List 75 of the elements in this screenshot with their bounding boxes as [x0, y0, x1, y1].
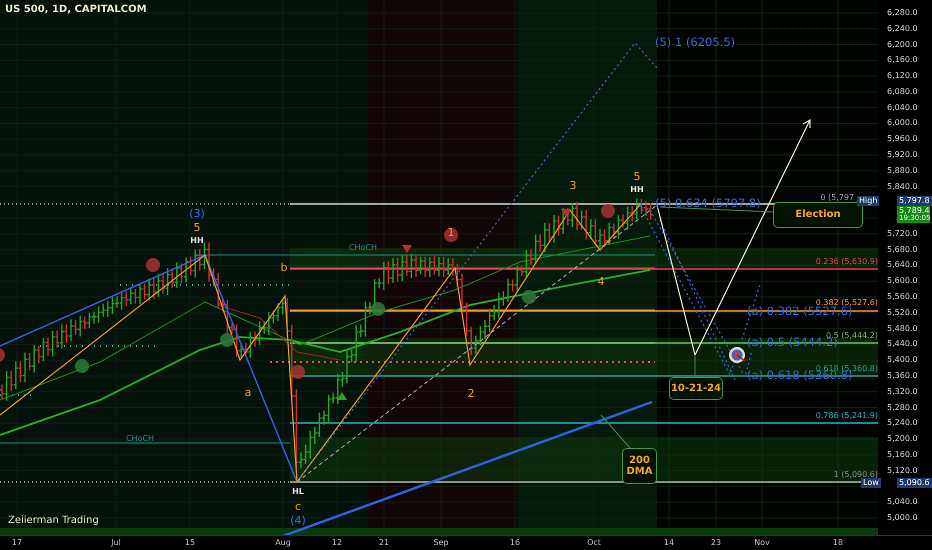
time-tick-label: 23 [710, 539, 722, 547]
wave-label: HH [190, 237, 204, 245]
fib-level-label: 0.382 (5,527.6) [816, 299, 878, 307]
wave-label: 3 [570, 180, 576, 191]
fib-level-label: 0.5 (5,444.2) [826, 332, 878, 340]
wave-label: (4) [290, 515, 306, 526]
time-tick-label: Sep [433, 539, 449, 547]
wave-label: 5 [634, 171, 640, 182]
wave-label: HL [292, 488, 304, 496]
callout-label: Election [773, 202, 863, 228]
chart-title: US 500, 1D, CAPITALCOM [5, 5, 147, 15]
time-tick-label: 16 [510, 539, 520, 547]
price-tick-label: 5,680.0 [887, 246, 918, 254]
time-tick-label: 18 [832, 539, 844, 547]
fib-level-label: 0 (5,797 [820, 194, 854, 202]
price-tick-label: 5,120.0 [887, 466, 918, 475]
price-tick-label: 5,840.0 [887, 182, 918, 191]
callout-label: 200 DMA [622, 448, 657, 484]
time-tick-label: Oct [587, 539, 601, 547]
structure-label: CHoCH [348, 244, 378, 252]
signature-label: Zeiierman Trading [8, 516, 99, 526]
price-tick-label: 5,000.0 [887, 514, 918, 522]
wave-label: (3) [189, 208, 205, 219]
time-tick-label: Aug [275, 539, 291, 547]
wave-label: c [294, 501, 302, 512]
structure-label: CHoCH [126, 435, 154, 443]
price-tick-label: 6,120.0 [887, 72, 918, 80]
wave-label: 1 [448, 227, 454, 238]
fib-level-label: 0.236 (5,630.9) [816, 258, 878, 266]
price-tick-label: 6,080.0 [887, 88, 918, 96]
time-tick-label: 17 [12, 539, 22, 547]
price-tick-label: 5,920.0 [887, 151, 918, 160]
price-tick-label: 6,040.0 [887, 104, 918, 112]
price-tick-label: 5,280.0 [887, 404, 918, 412]
price-tick-label: 5,600.0 [887, 277, 918, 286]
time-tick-label: Jul [111, 539, 121, 547]
price-tick-label: 5,360.0 [887, 372, 918, 380]
price-tick-label: 5,720.0 [887, 230, 918, 238]
price-tick-label: 6,240.0 [887, 24, 918, 33]
wave-label: a [244, 387, 252, 398]
time-tick-label: 12 [332, 539, 342, 547]
projection-label: (5) 1 (6205.5) [655, 37, 736, 48]
price-tick-label: 5,640.0 [887, 261, 918, 270]
price-tick-label: 5,160.0 [887, 450, 918, 459]
wave-label: b [280, 262, 288, 273]
price-tick-label: 6,280.0 [887, 9, 918, 17]
price-tick-label: 5,960.0 [887, 135, 918, 144]
price-tick-label: 5,240.0 [887, 419, 918, 428]
low-tag: Low [861, 478, 881, 488]
time-tick-label: 21 [378, 539, 390, 547]
time-tick-label: 14 [664, 539, 674, 547]
time-tick-label: Nov [754, 539, 770, 547]
wave-label: 2 [468, 388, 474, 399]
price-tick-label: 5,400.0 [887, 356, 918, 364]
price-tick-label: 5,480.0 [887, 324, 918, 333]
price-tick-label: 5,040.0 [887, 498, 918, 506]
price-tick-label: 5,560.0 [887, 293, 918, 302]
price-tick-label: 5,200.0 [887, 435, 918, 444]
fib-level-label: 0.786 (5,241.9) [816, 412, 878, 420]
price-tick-label: 5,320.0 [887, 388, 918, 396]
high-tag: High [857, 196, 880, 206]
time-tick-label: 15 [184, 539, 196, 547]
fib-level-label: 1 (5,090.6) [834, 471, 878, 479]
price-tick-label: 6,200.0 [887, 40, 918, 49]
callout-label: 10-21-24 [669, 377, 723, 400]
low-price-badge: 5,090.6 [897, 478, 932, 488]
price-tick-label: 5,880.0 [887, 166, 918, 175]
price-tick-label: 6,160.0 [887, 56, 918, 64]
high-price-badge: 5,797.8 [897, 196, 932, 206]
price-tick-label: 5,440.0 [887, 340, 918, 348]
last-price: 5,789.4 [899, 207, 928, 215]
price-tick-label: 6,000.0 [887, 119, 918, 128]
wave-label: HH [630, 186, 644, 194]
price-tick-label: 5,520.0 [887, 308, 918, 317]
wave-label: 5 [194, 222, 200, 233]
